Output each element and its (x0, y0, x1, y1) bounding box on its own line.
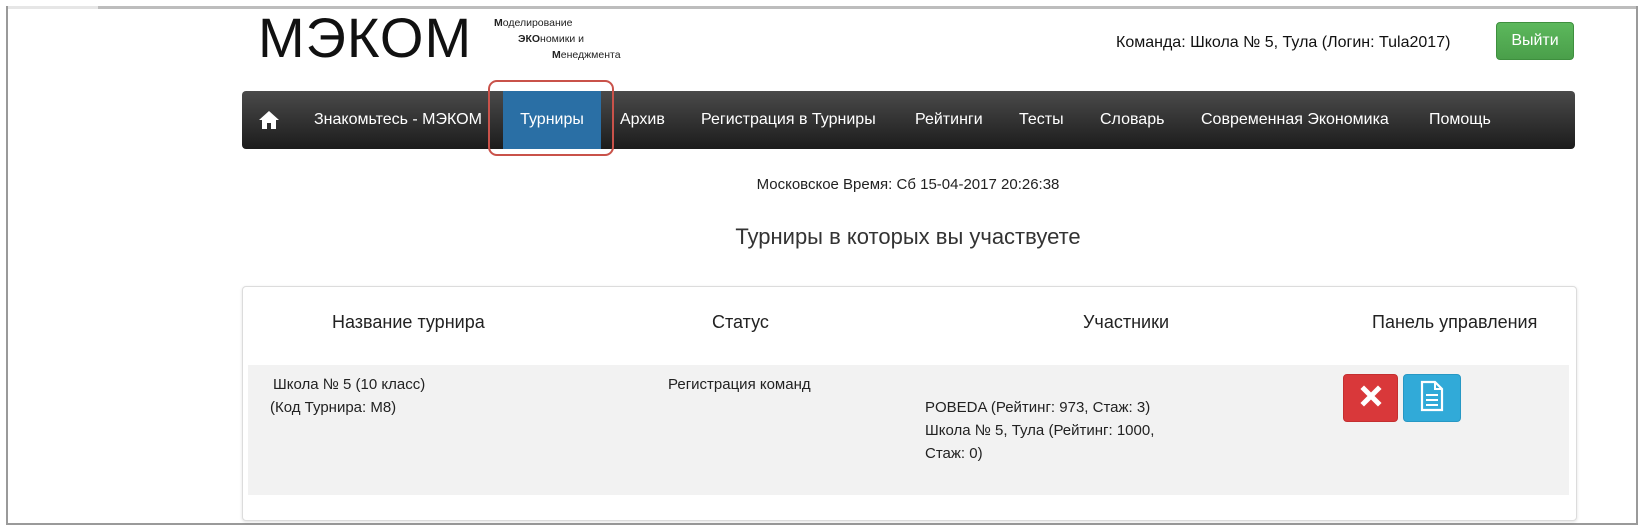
frame-top-cut (8, 6, 98, 9)
nav-item-tests[interactable]: Тесты (1019, 91, 1064, 149)
column-header-status: Статус (712, 312, 769, 332)
logout-button[interactable]: Выйти (1496, 22, 1574, 60)
logo-sub-line-2: ЭКОномики и (518, 33, 585, 45)
column-header-participants: Участники (1083, 312, 1169, 332)
participant-line: Школа № 5, Тула (Рейтинг: 1000, (925, 422, 1155, 439)
tournament-status: Регистрация команд (668, 376, 811, 393)
frame-right (1636, 6, 1638, 525)
nav-item-help[interactable]: Помощь (1429, 91, 1491, 149)
moscow-time: Московское Время: Сб 15-04-2017 20:26:38 (756, 176, 1060, 193)
participant-line: Стаж: 0) (925, 445, 983, 462)
document-icon (1419, 380, 1445, 417)
home-icon[interactable] (258, 109, 280, 131)
nav-item-modern-economy[interactable]: Современная Экономика (1201, 91, 1389, 149)
nav-item-ratings[interactable]: Рейтинги (915, 91, 983, 149)
delete-button[interactable] (1343, 374, 1398, 422)
participant-line: POBEDA (Рейтинг: 973, Стаж: 3) (925, 399, 1151, 416)
nav-item-registration[interactable]: Регистрация в Турниры (701, 91, 876, 149)
frame-left (6, 6, 8, 525)
nav-item-about[interactable]: Знакомьтесь - МЭКОМ (314, 91, 482, 149)
logo: МЭКОМ (258, 6, 473, 69)
details-button[interactable] (1403, 374, 1461, 422)
tournament-code: (Код Турнира: М8) (270, 399, 397, 416)
navbar: Знакомьтесь - МЭКОМ Турниры Архив Регист… (242, 91, 1575, 149)
column-header-control-panel: Панель управления (1372, 312, 1538, 332)
logo-sub-line-3: Менеджмента (552, 49, 621, 61)
logo-sub-line-1: Моделирование (494, 17, 573, 29)
nav-item-dictionary[interactable]: Словарь (1100, 91, 1164, 149)
frame-top (8, 6, 1638, 9)
frame-bottom (6, 523, 1638, 525)
team-info: Команда: Школа № 5, Тула (Логин: Tula201… (1116, 34, 1451, 51)
nav-item-archive[interactable]: Архив (620, 91, 665, 149)
page-title: Турниры в которых вы участвуете (735, 224, 1081, 249)
nav-highlight-annotation (488, 80, 614, 156)
column-header-name: Название турнира (332, 312, 485, 332)
close-icon (1359, 384, 1382, 412)
tournament-name: Школа № 5 (10 класс) (273, 376, 426, 393)
